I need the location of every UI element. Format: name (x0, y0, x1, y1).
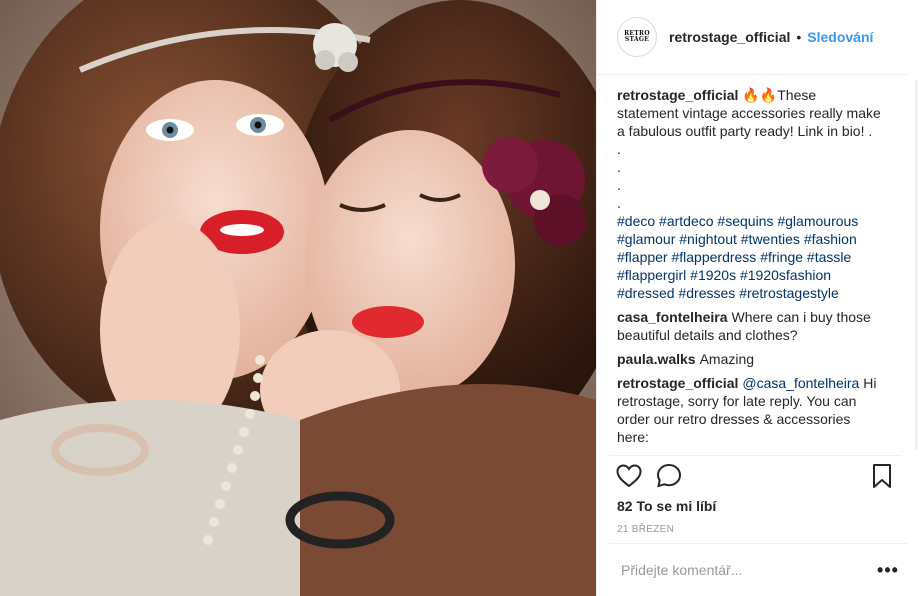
caption-dot: . (617, 195, 621, 211)
post-sidebar: RETRO STAGE retrostage_official • Sledov… (596, 0, 920, 596)
avatar[interactable]: RETRO STAGE (617, 17, 657, 57)
hashtag-link[interactable]: #flapperdress (671, 249, 756, 265)
header-separator: • (796, 29, 802, 45)
caption-dot: . (617, 177, 621, 193)
more-options-icon[interactable]: ••• (876, 558, 900, 582)
comments-scrollbar[interactable] (915, 80, 918, 450)
hashtag-link[interactable]: #1920s (690, 267, 736, 283)
hashtag-link[interactable]: #1920sfashion (740, 267, 831, 283)
hashtag-link[interactable]: #nightout (679, 231, 737, 247)
caption-dot: . (617, 159, 621, 175)
hashtag-link[interactable]: #flappergirl (617, 267, 686, 283)
hashtag-link[interactable]: #dresses (678, 285, 735, 301)
post-header: RETRO STAGE retrostage_official • Sledov… (597, 0, 908, 75)
comment-username[interactable]: paula.walks (617, 351, 696, 367)
caption-username[interactable]: retrostage_official (617, 87, 738, 103)
hashtag-link[interactable]: #artdeco (659, 213, 713, 229)
comment-text: Amazing (699, 351, 755, 367)
hashtag-link[interactable]: #retrostagestyle (739, 285, 839, 301)
comment-item: retrostage_official @casa_fontelheira Hi … (617, 374, 881, 446)
follow-button[interactable]: Sledování (807, 29, 873, 45)
heart-icon (616, 463, 642, 487)
post-photo[interactable] (0, 0, 596, 596)
hashtag-link[interactable]: #dressed (617, 285, 675, 301)
comment-username[interactable]: casa_fontelheira (617, 309, 728, 325)
comments-list[interactable]: retrostage_official 🔥🔥These statement vin… (617, 86, 881, 448)
caption-dot: . (617, 141, 621, 157)
comment-mention[interactable]: @casa_fontelheira (742, 375, 859, 391)
hashtag-link[interactable]: #tassle (807, 249, 851, 265)
post-date[interactable]: 21 BŘEZEN (617, 524, 674, 535)
hashtag-link[interactable]: #glamourous (777, 213, 858, 229)
hashtag-link[interactable]: #fashion (804, 231, 857, 247)
comment-bubble-icon (656, 463, 682, 487)
bookmark-icon (873, 463, 891, 488)
hashtag-link[interactable]: #deco (617, 213, 655, 229)
instagram-post: RETRO STAGE retrostage_official • Sledov… (0, 0, 920, 596)
action-bar (609, 455, 902, 495)
avatar-logo-text: RETRO STAGE (624, 30, 650, 43)
caption: retrostage_official 🔥🔥These statement vin… (617, 86, 881, 302)
hashtag-link[interactable]: #fringe (760, 249, 803, 265)
hashtag-link[interactable]: #flapper (617, 249, 668, 265)
comment-item: casa_fontelheira Where can i buy those be… (617, 308, 881, 344)
hashtag-link[interactable]: #twenties (741, 231, 800, 247)
hashtag-link[interactable]: #glamour (617, 231, 675, 247)
hashtag-link[interactable]: #sequins (717, 213, 773, 229)
comment-input[interactable] (619, 561, 876, 579)
header-username[interactable]: retrostage_official (669, 29, 790, 45)
comment-item: paula.walks Amazing (617, 350, 881, 368)
caption-dots: . . . . (617, 140, 881, 212)
likes-count[interactable]: 82 To se mi líbí (617, 498, 716, 514)
comment-username[interactable]: retrostage_official (617, 375, 738, 391)
post-image (0, 0, 596, 596)
like-button[interactable] (609, 456, 649, 496)
hashtags: #deco #artdeco #sequins #glamourous #gla… (617, 212, 881, 302)
save-button[interactable] (862, 456, 902, 496)
comment-button[interactable] (649, 456, 689, 496)
add-comment-bar: ••• (609, 543, 908, 596)
